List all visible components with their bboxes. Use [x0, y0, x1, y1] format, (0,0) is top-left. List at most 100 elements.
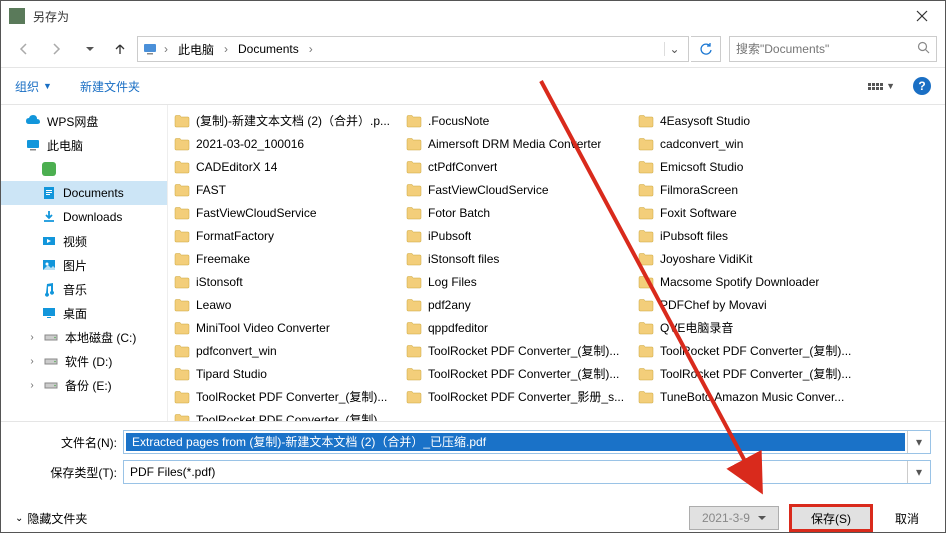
list-item[interactable]: FormatFactory	[168, 224, 400, 247]
list-item[interactable]: TuneBoto Amazon Music Conver...	[632, 385, 864, 408]
list-item[interactable]: ToolRocket PDF Converter_(复制)...	[632, 362, 864, 385]
new-folder-button[interactable]: 新建文件夹	[80, 78, 140, 95]
list-item[interactable]: MiniTool Video Converter	[168, 316, 400, 339]
list-item-label: pdf2any	[428, 298, 471, 312]
list-item[interactable]: Fotor Batch	[400, 201, 632, 224]
list-item[interactable]: CADEditorX 14	[168, 155, 400, 178]
sidebar-item-0[interactable]: WPS网盘	[1, 109, 167, 133]
list-item[interactable]: Log Files	[400, 270, 632, 293]
breadcrumb-seg-documents[interactable]: Documents	[234, 42, 303, 56]
sidebar-item-8[interactable]: 桌面	[1, 301, 167, 325]
hide-folders-button[interactable]: ⌄ 隐藏文件夹	[15, 510, 87, 527]
search-input[interactable]	[736, 42, 917, 56]
list-item[interactable]: ToolRocket PDF Converter_(复制)...	[400, 339, 632, 362]
list-item[interactable]: Tipard Studio	[168, 362, 400, 385]
list-item-label: FormatFactory	[196, 229, 274, 243]
list-item[interactable]: Joyoshare VidiKit	[632, 247, 864, 270]
sidebar-item-2[interactable]	[1, 157, 167, 181]
save-button[interactable]: 保存(S)	[791, 506, 871, 530]
view-mode-button[interactable]: ▼	[868, 81, 895, 91]
sidebar-item-7[interactable]: 音乐	[1, 277, 167, 301]
cancel-button[interactable]: 取消	[883, 506, 931, 530]
list-item[interactable]: Macsome Spotify Downloader	[632, 270, 864, 293]
sidebar-item-9[interactable]: ›本地磁盘 (C:)	[1, 325, 167, 349]
sidebar-item-1[interactable]: 此电脑	[1, 133, 167, 157]
arrow-right-icon	[49, 42, 63, 56]
list-item[interactable]: Emicsoft Studio	[632, 155, 864, 178]
list-item[interactable]: 4Easysoft Studio	[632, 109, 864, 132]
list-item[interactable]: PDFChef by Movavi	[632, 293, 864, 316]
sidebar-item-5[interactable]: 视频	[1, 229, 167, 253]
search-box[interactable]	[729, 36, 937, 62]
list-item[interactable]: Leawo	[168, 293, 400, 316]
back-button[interactable]	[9, 35, 39, 63]
list-item[interactable]: Freemake	[168, 247, 400, 270]
list-item-label: cadconvert_win	[660, 137, 743, 151]
list-item-label: Fotor Batch	[428, 206, 490, 220]
chevron-right-icon: ›	[27, 356, 37, 367]
help-button[interactable]: ?	[913, 77, 931, 95]
sidebar-item-6[interactable]: 图片	[1, 253, 167, 277]
filename-label: 文件名(N):	[15, 434, 123, 451]
toolbar: 组织 ▼ 新建文件夹 ▼ ?	[1, 67, 945, 105]
list-item[interactable]: pdf2any	[400, 293, 632, 316]
sidebar-item-10[interactable]: › 软件 (D:)	[1, 349, 167, 373]
list-item-label: 2021-03-02_100016	[196, 137, 304, 151]
list-item[interactable]: iStonsoft files	[400, 247, 632, 270]
list-item-label: FastViewCloudService	[428, 183, 549, 197]
list-item[interactable]: ToolRocket PDF Converter_(复制)...	[168, 385, 400, 408]
list-item[interactable]: FAST	[168, 178, 400, 201]
list-item-label: Macsome Spotify Downloader	[660, 275, 819, 289]
date-button[interactable]: 2021-3-9	[689, 506, 779, 530]
refresh-button[interactable]	[691, 36, 721, 62]
list-item[interactable]: FastViewCloudService	[400, 178, 632, 201]
file-list[interactable]: (复制)-新建文本文档 (2)（合并）.p... 2021-03-02_10001…	[167, 105, 945, 421]
recent-locations-button[interactable]	[73, 35, 103, 63]
list-item[interactable]: FilmoraScreen	[632, 178, 864, 201]
list-item[interactable]: ToolRocket PDF Converter_影册_s...	[400, 385, 632, 408]
filename-value[interactable]: Extracted pages from (复制)-新建文本文档 (2)（合并）…	[126, 433, 905, 451]
list-item-label: (复制)-新建文本文档 (2)（合并）.p...	[196, 112, 390, 129]
list-item[interactable]: pdfconvert_win	[168, 339, 400, 362]
filename-field[interactable]: Extracted pages from (复制)-新建文本文档 (2)（合并）…	[123, 430, 931, 454]
list-item-label: Leawo	[196, 298, 231, 312]
list-item[interactable]: QVE电脑录音	[632, 316, 864, 339]
list-item[interactable]: qppdfeditor	[400, 316, 632, 339]
list-item[interactable]: ToolRocket PDF Converter_(复制)...	[632, 339, 864, 362]
up-button[interactable]	[105, 35, 135, 63]
list-item[interactable]: iStonsoft	[168, 270, 400, 293]
list-item-label: MiniTool Video Converter	[196, 321, 330, 335]
sidebar-item-label: Downloads	[63, 210, 122, 224]
list-item[interactable]: .FocusNote	[400, 109, 632, 132]
sidebar-item-11[interactable]: ›备份 (E:)	[1, 373, 167, 397]
list-item[interactable]: ctPdfConvert	[400, 155, 632, 178]
close-icon	[916, 10, 928, 22]
list-item[interactable]: Foxit Software	[632, 201, 864, 224]
app-icon	[9, 8, 25, 24]
filetype-field[interactable]: PDF Files(*.pdf)	[123, 460, 931, 484]
list-item[interactable]: 2021-03-02_100016	[168, 132, 400, 155]
organize-button[interactable]: 组织 ▼	[15, 78, 52, 95]
breadcrumb-seg-pc[interactable]: 此电脑	[174, 41, 218, 58]
sidebar-item-label: 软件 (D:)	[65, 353, 112, 370]
list-item[interactable]: (复制)-新建文本文档 (2)（合并）.p...	[168, 109, 400, 132]
sidebar-item-4[interactable]: Downloads	[1, 205, 167, 229]
list-item[interactable]: ToolRocket PDF Converter_(复制)...	[168, 408, 400, 421]
green-app-icon	[41, 161, 57, 177]
list-item[interactable]: cadconvert_win	[632, 132, 864, 155]
list-item[interactable]: FastViewCloudService	[168, 201, 400, 224]
list-item[interactable]: Aimersoft DRM Media Converter	[400, 132, 632, 155]
list-item-label: TuneBoto Amazon Music Conver...	[660, 390, 844, 404]
sidebar-item-3[interactable]: Documents	[1, 181, 167, 205]
forward-button[interactable]	[41, 35, 71, 63]
list-item[interactable]: iPubsoft	[400, 224, 632, 247]
list-item[interactable]: ToolRocket PDF Converter_(复制)...	[400, 362, 632, 385]
list-item[interactable]: iPubsoft files	[632, 224, 864, 247]
arrow-up-icon	[113, 42, 127, 56]
address-dropdown[interactable]: ⌄	[664, 42, 684, 56]
breadcrumb[interactable]: › 此电脑 › Documents › ⌄	[137, 36, 689, 62]
list-item-label: 4Easysoft Studio	[660, 114, 750, 128]
list-item-label: .FocusNote	[428, 114, 489, 128]
filetype-value: PDF Files(*.pdf)	[124, 465, 907, 479]
close-button[interactable]	[899, 1, 945, 31]
